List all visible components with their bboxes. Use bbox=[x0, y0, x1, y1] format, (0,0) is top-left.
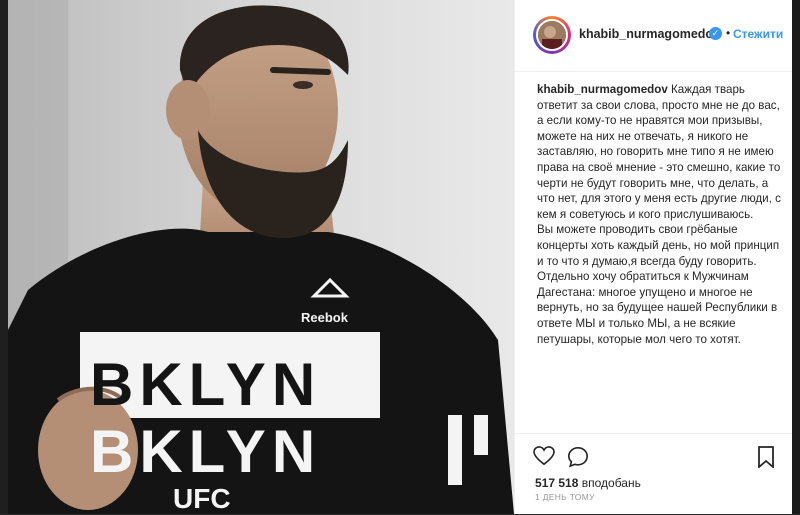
post-header: khabib_nurmagomedov ✓ • Стежити bbox=[515, 0, 793, 72]
avatar-image bbox=[538, 21, 566, 49]
caption-username[interactable]: khabib_nurmagomedov bbox=[537, 83, 668, 96]
follow-button[interactable]: Стежити bbox=[733, 27, 783, 41]
likes-number: 517 518 bbox=[535, 476, 579, 490]
shirt-ufc-text: UFC bbox=[173, 483, 231, 514]
comment-icon[interactable] bbox=[567, 446, 589, 473]
shirt-brand-text: Reebok bbox=[301, 310, 349, 325]
post-actions: 517 518 вподобань 1 ДЕНЬ ТОМУ bbox=[515, 433, 793, 515]
window-edge bbox=[792, 0, 800, 514]
shirt-bklyn-text: BKLYN bbox=[90, 351, 321, 418]
photo-illustration: Reebok BKLYN BKLYN UFC bbox=[8, 0, 514, 514]
heart-icon[interactable] bbox=[533, 446, 555, 471]
verified-badge-icon: ✓ bbox=[709, 27, 722, 40]
post-side-panel: khabib_nurmagomedov ✓ • Стежити khabib_n… bbox=[514, 0, 793, 514]
bookmark-icon[interactable] bbox=[757, 446, 775, 473]
shirt-bklyn-lower-text: BKLYN bbox=[90, 418, 321, 485]
caption-text-1: Каждая тварь ответит за свои слова, прос… bbox=[537, 83, 781, 221]
caption-paragraph-3: Отдельно хочу обратиться к Мужчинам Даге… bbox=[537, 270, 778, 346]
caption-paragraph-1: khabib_nurmagomedov Каждая тварь ответит… bbox=[537, 82, 783, 222]
post-photo[interactable]: Reebok BKLYN BKLYN UFC bbox=[8, 0, 514, 514]
screenshot-frame: Reebok BKLYN BKLYN UFC khabib_nurmagomed… bbox=[0, 0, 800, 514]
post-username[interactable]: khabib_nurmagomedov bbox=[579, 27, 720, 41]
header-separator: • bbox=[726, 26, 731, 40]
post-timestamp[interactable]: 1 ДЕНЬ ТОМУ bbox=[535, 492, 595, 502]
likes-label: вподобань bbox=[581, 476, 641, 490]
caption-paragraph-2: Вы можете проводить свои грёбаные концер… bbox=[537, 223, 780, 268]
avatar[interactable] bbox=[536, 19, 568, 51]
likes-count[interactable]: 517 518 вподобань bbox=[535, 476, 641, 490]
post-caption: khabib_nurmagomedov Каждая тварь ответит… bbox=[537, 82, 783, 347]
